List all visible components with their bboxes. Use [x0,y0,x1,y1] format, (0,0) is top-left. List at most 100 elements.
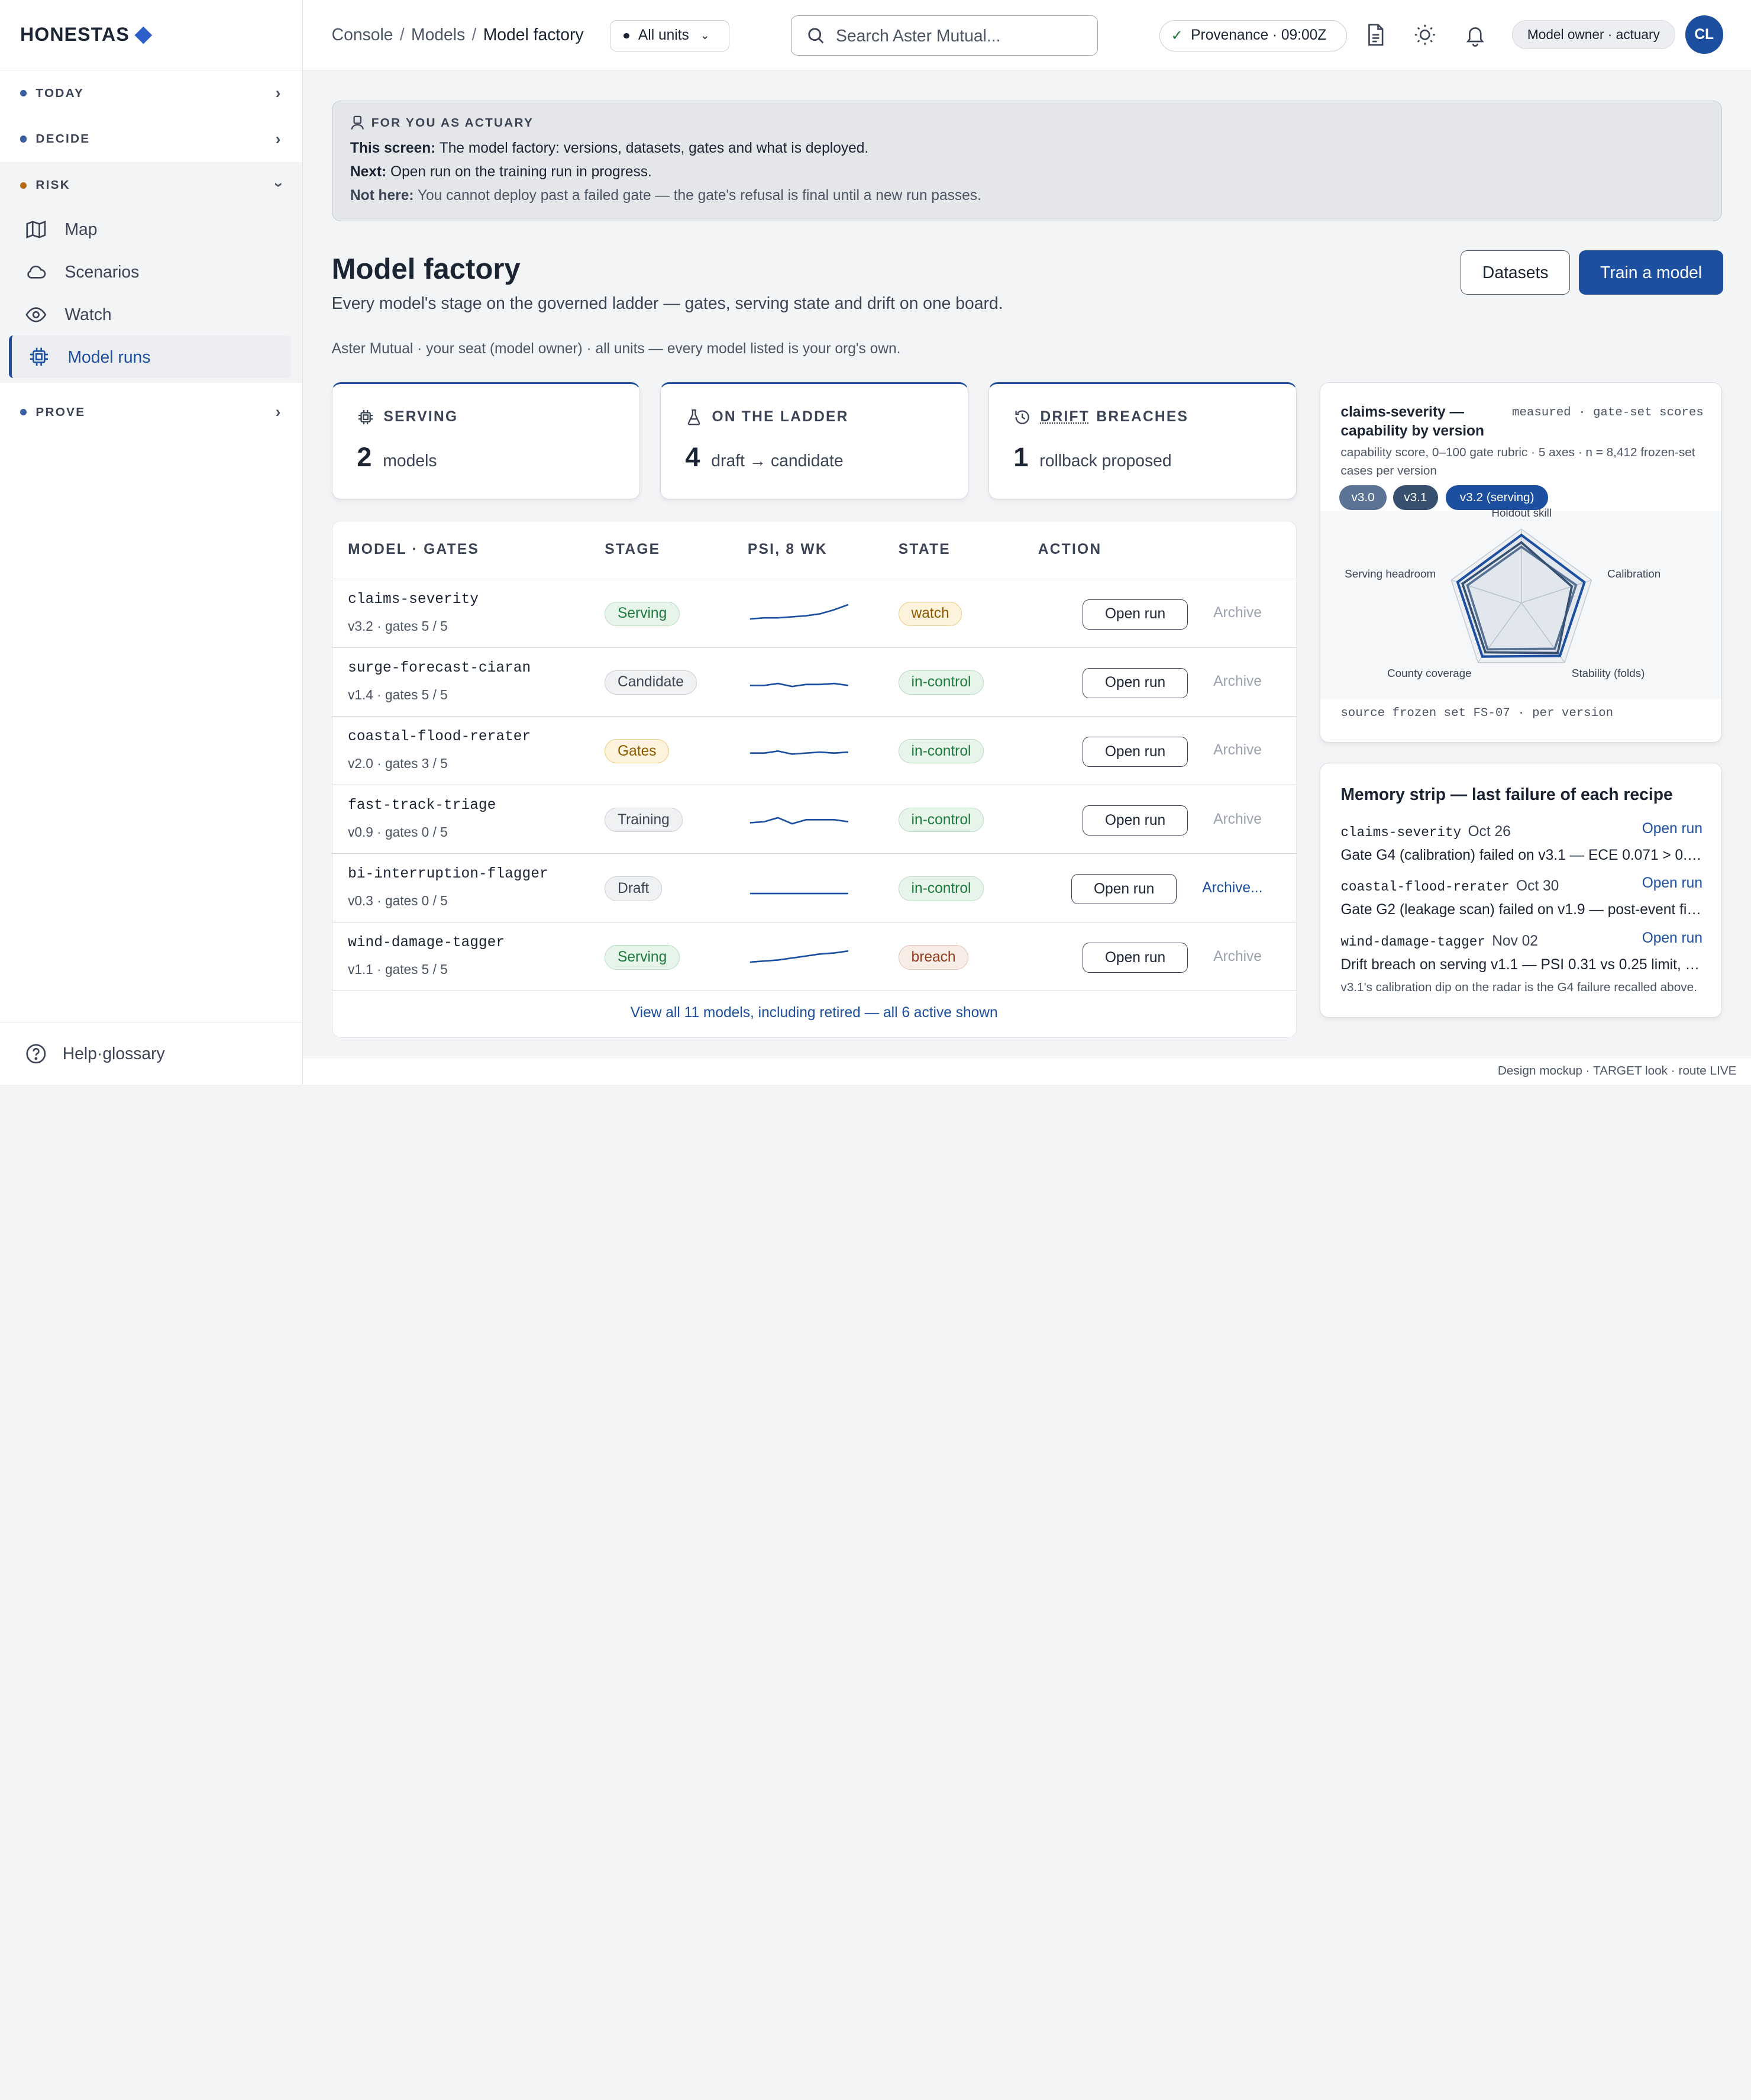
open-run-button[interactable]: Open run [1083,737,1187,767]
stage-badge: Gates [605,739,669,764]
breadcrumb: Console / Models / Model factory [332,25,584,44]
state-badge: in-control [899,808,984,833]
breadcrumb-models[interactable]: Models [411,25,465,44]
nav-section-today[interactable]: TODAY › [0,70,302,116]
model-name[interactable]: coastal-flood-rerater [348,729,531,745]
stat-card-ladder[interactable]: ON THE LADDER 4 draft → candidate [660,382,968,499]
model-name[interactable]: surge-forecast-ciaran [348,660,531,676]
memory-open-run-link[interactable]: Open run [1642,821,1702,837]
version-pill-v3-1[interactable]: v3.1 [1393,485,1438,510]
page-subtitle: Every model's stage on the governed ladd… [332,293,1003,313]
nav-section-label: PROVE [35,405,85,420]
banner-line-next: Next: Open run on the training run in pr… [350,160,1704,184]
train-model-button[interactable]: Train a model [1579,250,1723,295]
open-run-button[interactable]: Open run [1083,668,1187,698]
memory-open-run-link[interactable]: Open run [1642,930,1702,947]
memory-model: coastal-flood-rerater [1340,879,1509,895]
stat-card-serving[interactable]: SERVING 2 models [332,382,640,499]
breadcrumb-console[interactable]: Console [332,25,393,44]
search-input[interactable]: Search Aster Mutual... [791,15,1098,56]
role-badge[interactable]: Model owner · actuary [1512,20,1675,49]
stat-value: 4 draft → candidate [685,442,968,473]
provenance-badge[interactable]: ✓ Provenance · 09:00Z [1159,20,1347,51]
bell-icon[interactable] [1463,22,1488,47]
avatar[interactable]: CL [1685,15,1723,53]
sidebar-item-model-runs[interactable]: Model runs [9,336,291,378]
memory-open-run-link[interactable]: Open run [1642,875,1702,892]
capability-radar-card: claims-severity — capability by version … [1320,382,1722,743]
radar-series-v3-2 [1458,535,1584,656]
model-name[interactable]: claims-severity [348,592,479,608]
app-window: HONESTAS TODAY › DECIDE › RISK › Map Sce… [0,0,1751,1112]
units-label: All units [638,27,689,44]
nav-section-label: DECIDE [35,132,90,146]
stat-label: SERVING [357,408,639,426]
units-dropdown[interactable]: All units ⌄ [610,20,729,51]
memory-model: claims-severity [1340,825,1461,840]
role-banner: FOR YOU AS ACTUARY This screen: The mode… [332,101,1722,221]
archive-link[interactable]: Archive... [1202,880,1262,896]
banner-text: Open run on the training run in progress… [386,164,652,180]
cloud-icon [25,261,47,283]
open-run-button[interactable]: Open run [1083,943,1187,973]
page-title: Model factory [332,253,521,286]
psi-sparkline [748,943,851,969]
brand-logo[interactable]: HONESTAS [0,0,302,70]
archive-link[interactable]: Archive [1213,742,1262,759]
sidebar: HONESTAS TODAY › DECIDE › RISK › Map Sce… [0,0,303,1085]
open-run-button[interactable]: Open run [1083,805,1187,836]
stat-number: 4 [685,442,700,473]
section-dot-icon [20,182,27,189]
open-run-button[interactable]: Open run [1071,874,1176,904]
psi-sparkline [748,668,851,695]
column-header: STAGE [605,541,660,558]
model-name[interactable]: fast-track-triage [348,798,496,814]
archive-link[interactable]: Archive [1213,673,1262,690]
model-name[interactable]: wind-damage-tagger [348,935,505,951]
help-icon [25,1043,47,1065]
memory-date: Nov 02 [1492,933,1538,949]
version-pill-v3-0[interactable]: v3.0 [1339,485,1386,510]
check-icon: ✓ [1171,27,1183,44]
sun-icon[interactable] [1413,22,1437,47]
model-name[interactable]: bi-interruption-flagger [348,866,548,882]
stat-label-text: SERVING [384,409,458,425]
datasets-button[interactable]: Datasets [1461,250,1570,295]
help-glossary-link[interactable]: Help·glossary [0,1022,302,1085]
breadcrumb-separator: / [400,25,405,44]
main-content: FOR YOU AS ACTUARY This screen: The mode… [303,72,1751,1057]
banner-heading-text: FOR YOU AS ACTUARY [371,116,534,130]
nav-section-decide[interactable]: DECIDE › [0,116,302,162]
model-version-gates: v2.0 · gates 3 / 5 [348,756,448,772]
sidebar-item-label: Map [64,220,97,239]
archive-link[interactable]: Archive [1213,811,1262,828]
nav-section-risk[interactable]: RISK › [0,163,302,208]
open-run-button[interactable]: Open run [1083,599,1187,630]
archive-link[interactable]: Archive [1213,605,1262,621]
nav-section-prove[interactable]: PROVE › [0,389,302,435]
section-dot-icon [20,136,27,142]
stat-card-drift[interactable]: DRIFT BREACHES 1 rollback proposed [988,382,1297,499]
stat-label-text: BREACHES [1096,409,1188,425]
sidebar-item-label: Model runs [67,347,150,367]
archive-link[interactable]: Archive [1213,949,1262,965]
table-row: claims-severity v3.2 · gates 5 / 5 Serving… [332,579,1296,648]
sidebar-item-map[interactable]: Map [0,208,302,251]
sidebar-item-watch[interactable]: Watch [0,293,302,336]
state-badge: in-control [899,670,984,695]
search-placeholder: Search Aster Mutual... [836,26,1000,46]
view-all-models-link[interactable]: View all 11 models, including retired — … [332,1005,1296,1021]
banner-line-not-here: Not here: You cannot deploy past a faile… [350,184,1704,208]
state-badge: in-control [899,739,984,764]
psi-sparkline [748,737,851,763]
diamond-icon [135,26,152,43]
stat-label-glossary[interactable]: DRIFT [1041,409,1090,425]
stage-badge: Candidate [605,670,696,695]
state-badge: watch [899,602,962,627]
table-header: MODEL · GATES STAGE PSI, 8 WK STATE ACTI… [332,521,1296,579]
sidebar-item-scenarios[interactable]: Scenarios [0,251,302,293]
document-icon[interactable] [1364,22,1388,47]
stat-unit: models [383,451,437,470]
memory-title: Memory strip — last failure of each reci… [1340,785,1672,804]
stat-value: 2 models [357,442,639,473]
